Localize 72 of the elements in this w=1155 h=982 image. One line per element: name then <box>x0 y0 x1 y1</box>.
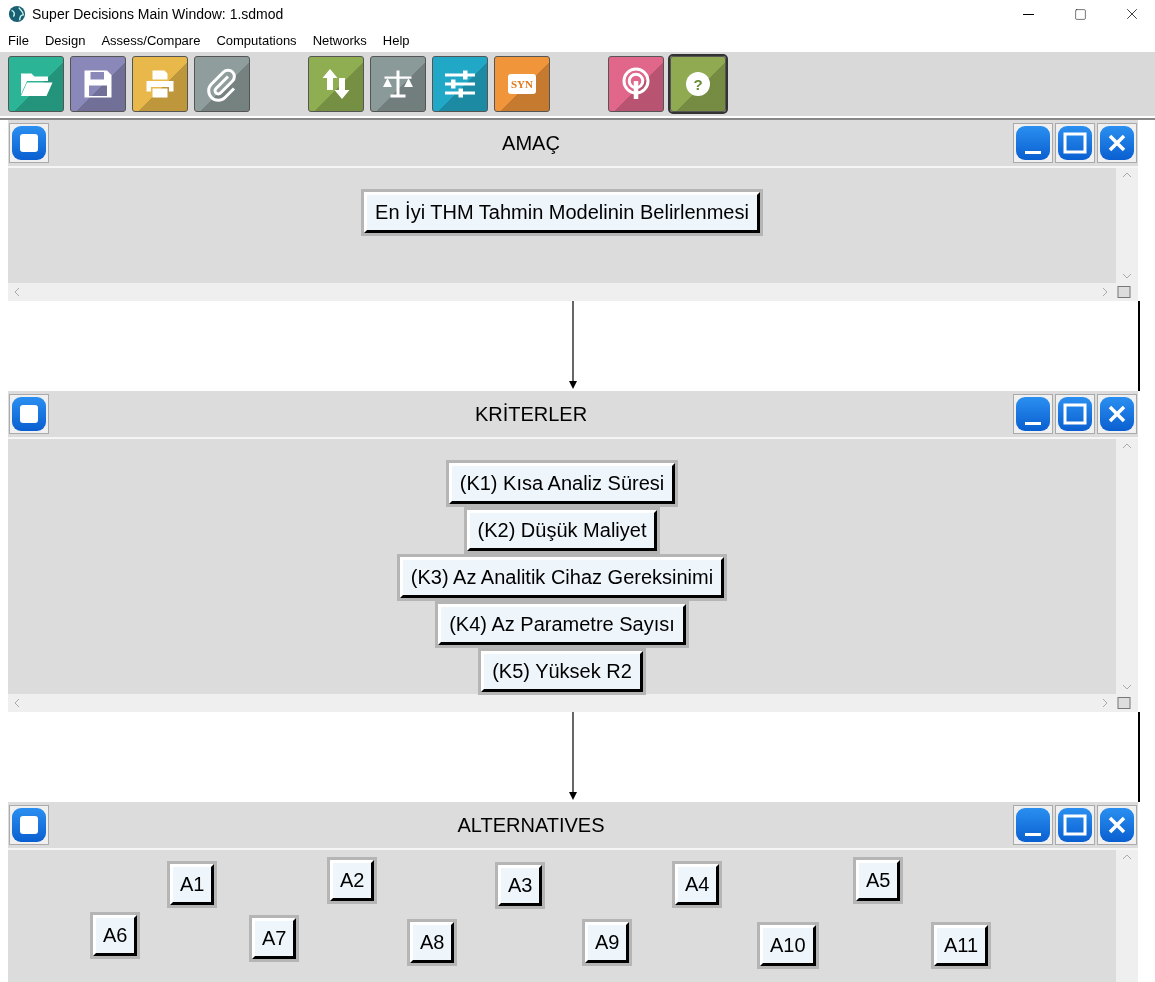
close-button[interactable] <box>1097 805 1137 845</box>
square-icon <box>19 404 39 424</box>
node[interactable]: En İyi THM Tahmin Modelinin Belirlenmesi <box>364 192 760 233</box>
menu-item[interactable]: File <box>8 32 29 48</box>
node[interactable]: A5 <box>856 860 901 901</box>
node[interactable]: A7 <box>252 918 297 959</box>
cluster-menu-button[interactable] <box>9 394 49 434</box>
globe-icon <box>8 5 26 23</box>
node[interactable]: A11 <box>934 925 989 966</box>
minimize-button[interactable] <box>1013 805 1053 845</box>
cluster-title: ALTERNATIVES <box>456 813 606 837</box>
menu-item[interactable]: Assess/Compare <box>101 32 201 48</box>
chevron-up-icon <box>1122 854 1132 860</box>
node[interactable]: A1 <box>170 864 215 905</box>
node[interactable]: A8 <box>410 922 455 963</box>
minimize-icon <box>1025 833 1041 836</box>
node[interactable]: (K1) Kısa Analiz Süresi <box>448 463 676 504</box>
toolbar-button[interactable] <box>608 56 664 112</box>
square-icon <box>19 133 39 153</box>
cluster-title: AMAÇ <box>501 131 561 155</box>
help-button[interactable]: ? <box>670 56 726 112</box>
minimize-icon <box>1025 151 1041 154</box>
close-button[interactable] <box>1097 394 1137 434</box>
cluster-title: KRİTERLER <box>473 402 589 426</box>
menu-item[interactable]: Computations <box>216 32 297 48</box>
close-button[interactable] <box>1097 123 1137 163</box>
chevron-down-icon <box>1122 684 1132 690</box>
minimize-icon <box>1025 422 1041 425</box>
cluster-menu-button[interactable] <box>9 805 49 845</box>
node[interactable]: (K2) Düşük Maliyet <box>466 510 658 551</box>
node[interactable]: A10 <box>760 925 816 966</box>
maximize-icon <box>1063 402 1087 426</box>
node[interactable]: A9 <box>585 922 630 963</box>
square-icon <box>19 815 39 835</box>
chevron-up-icon <box>1122 172 1132 178</box>
menu-item[interactable]: Help <box>382 32 410 48</box>
chevron-down-icon <box>1122 273 1132 279</box>
node[interactable]: A4 <box>675 864 720 905</box>
minimize-button[interactable] <box>1013 123 1053 163</box>
close-icon <box>1106 814 1128 836</box>
window-title: Super Decisions Main Window: 1.sdmod <box>32 6 285 22</box>
minimize-icon <box>1022 13 1034 15</box>
minimize-button[interactable] <box>1013 394 1053 434</box>
chevron-left-icon <box>14 698 20 708</box>
chevron-right-grip-icon <box>1102 697 1132 709</box>
cluster-menu-button[interactable] <box>9 123 49 163</box>
chevron-up-icon <box>1122 443 1132 449</box>
maximize-icon <box>1063 131 1087 155</box>
node[interactable]: A6 <box>93 915 138 956</box>
menu-item[interactable]: Design <box>44 32 86 48</box>
close-icon <box>1106 132 1128 154</box>
node[interactable]: (K5) Yüksek R2 <box>481 651 643 692</box>
close-icon <box>1106 403 1128 425</box>
toolbar-button[interactable] <box>308 56 364 112</box>
toolbar-button[interactable] <box>8 56 64 112</box>
node[interactable]: (K3) Az Analitik Cihaz Gereksinimi <box>399 557 725 598</box>
maximize-icon <box>1063 813 1087 837</box>
toolbar-button[interactable] <box>194 56 250 112</box>
toolbar-button[interactable] <box>432 56 488 112</box>
maximize-button[interactable] <box>1055 394 1095 434</box>
chevron-right-grip-icon <box>1102 286 1132 298</box>
node[interactable]: A3 <box>498 865 543 906</box>
toolbar-button[interactable] <box>70 56 126 112</box>
maximize-button[interactable] <box>1055 805 1095 845</box>
maximize-button[interactable] <box>1055 123 1095 163</box>
node[interactable]: A2 <box>330 860 375 901</box>
menu-item[interactable]: Networks <box>312 32 367 48</box>
toolbar-button[interactable] <box>370 56 426 112</box>
toolbar-button[interactable] <box>132 56 188 112</box>
chevron-left-icon <box>14 287 20 297</box>
node[interactable]: (K4) Az Parametre Sayısı <box>438 604 686 645</box>
maximize-icon <box>1073 7 1087 21</box>
